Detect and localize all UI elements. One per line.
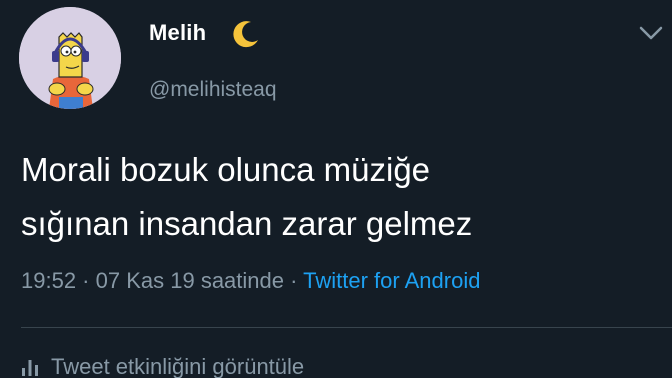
tweet-text-line-2: sığınan insandan zarar gelmez	[21, 205, 473, 242]
meta-separator: ·	[76, 268, 96, 293]
cartoon-character-avatar	[19, 7, 121, 109]
tweet-text: Morali bozuk olunca müziğe sığınan insan…	[21, 143, 651, 251]
tweet-meta: 19:52 · 07 Kas 19 saatinde · Twitter for…	[21, 268, 480, 294]
view-tweet-activity-button[interactable]: Tweet etkinliğini görüntüle	[21, 354, 304, 378]
bar-chart-icon	[22, 360, 38, 376]
tweet-time[interactable]: 19:52	[21, 268, 76, 293]
divider	[21, 327, 672, 328]
meta-separator: ·	[284, 268, 304, 293]
display-name[interactable]: Melih	[149, 20, 206, 46]
crescent-moon-icon	[233, 21, 258, 48]
tweet-source-link[interactable]: Twitter for Android	[303, 268, 480, 293]
avatar[interactable]	[19, 7, 121, 109]
tweet-card: Melih @melihisteaq Morali bozuk olunca m…	[0, 0, 672, 378]
chevron-down-icon[interactable]	[636, 22, 666, 44]
user-handle[interactable]: @melihisteaq	[149, 78, 277, 102]
view-tweet-activity-label: Tweet etkinliğini görüntüle	[51, 354, 305, 378]
tweet-date[interactable]: 07 Kas 19 saatinde	[96, 268, 284, 293]
tweet-text-line-1: Morali bozuk olunca müziğe	[21, 151, 431, 188]
